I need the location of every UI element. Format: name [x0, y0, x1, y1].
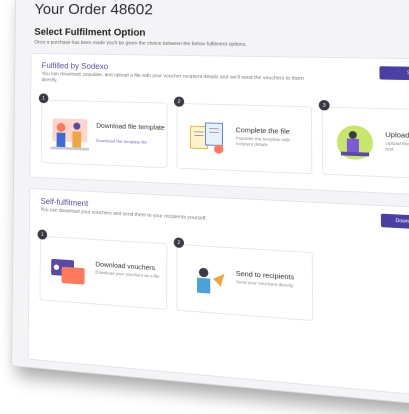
step-complete-file: 2 Complete the file Populate the templat…: [177, 103, 313, 174]
documents-illustration-icon: [185, 117, 230, 159]
step-note: Upload the file and we'll do the rest: [385, 142, 409, 156]
download-template-link[interactable]: Download the template file: [96, 139, 161, 146]
sodexo-description: You can download, populate, and upload a…: [42, 71, 318, 89]
step-number: 2: [174, 97, 184, 107]
sodexo-heading: Fulfilled by Sodexo: [42, 61, 109, 71]
step-number: 1: [39, 93, 49, 103]
fulfilment-subtitle: Once a purchase has been made you'll be …: [34, 40, 409, 50]
step-title: Upload and relax: [385, 130, 409, 141]
step-title: Complete the file: [236, 126, 309, 137]
self-fulfilment-card: Self-fulfilment You can download your vo…: [28, 188, 409, 401]
page-title: Your Order 48602: [34, 1, 152, 19]
step-title: Download file template: [96, 121, 165, 131]
step-download-template: 1 Download file template Download the te…: [41, 100, 168, 169]
step-download-vouchers: 1 Download vouchers Download your vouche…: [40, 236, 168, 310]
download-vouchers-button[interactable]: Download your Vouchers: [381, 214, 409, 232]
send-illustration-icon: [185, 258, 230, 302]
start-process-button[interactable]: Start Process: [379, 66, 409, 81]
step-note: Send your vouchers directly: [236, 280, 306, 290]
step-number: 3: [319, 100, 330, 111]
fulfilment-title: Select Fulfilment Option: [34, 27, 145, 38]
step-number: 2: [174, 237, 184, 248]
step-note: Populate the template with recipient det…: [236, 137, 306, 151]
relax-illustration-icon: [331, 121, 380, 165]
order-page: Your Order 48602 Select Fulfilment Optio…: [11, 0, 409, 414]
sodexo-fulfilment-card: Fulfilled by Sodexo You can download, po…: [29, 53, 409, 198]
step-send-recipients: 2 Send to recipients Send your vouchers …: [176, 244, 313, 321]
team-illustration-icon: [49, 113, 91, 153]
self-fulfilment-description: You can download your vouchers and send …: [40, 207, 318, 228]
vouchers-illustration-icon: [47, 250, 90, 293]
step-number: 1: [38, 229, 48, 239]
step-note: Download your vouchers as a file: [95, 271, 160, 281]
self-fulfilment-heading: Self-fulfilment: [40, 197, 88, 208]
step-upload-relax: 3 Upload and relax Upload the file and w…: [322, 107, 409, 181]
